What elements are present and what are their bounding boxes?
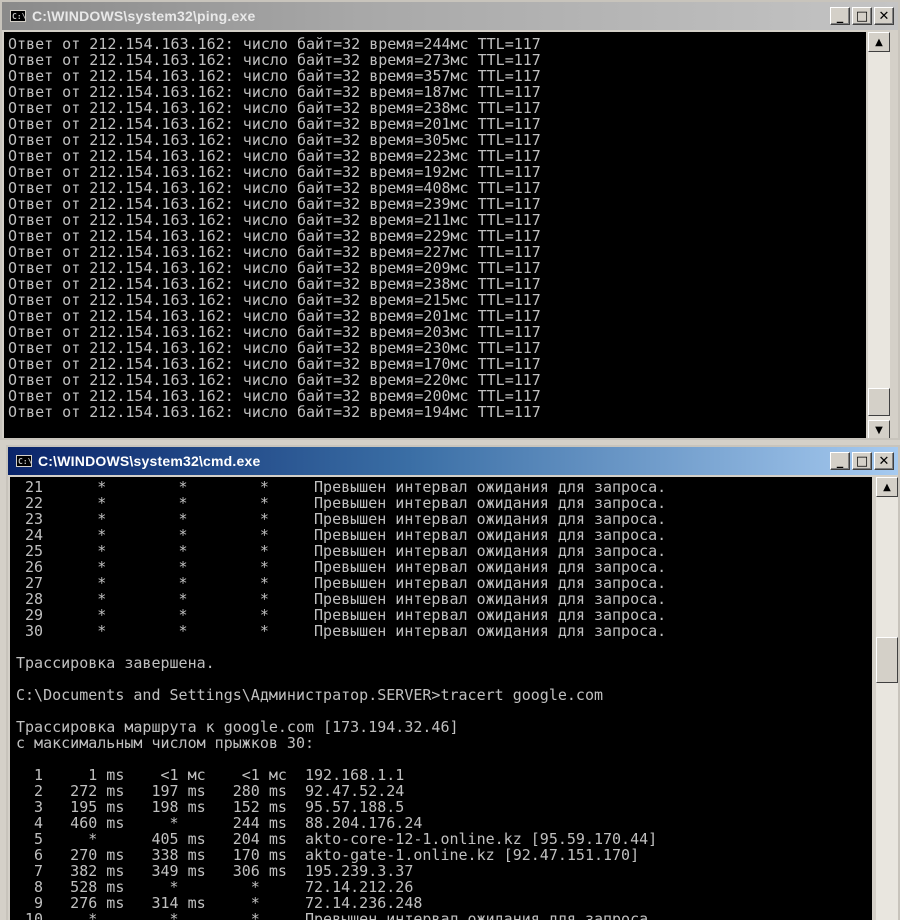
console-line: Ответ от 212.154.163.162: число байт=32 … [8, 67, 541, 85]
console-line: Ответ от 212.154.163.162: число байт=32 … [8, 227, 541, 245]
scroll-up-button[interactable]: ▲ [876, 477, 898, 497]
console-line: 9 276 ms 314 ms * 72.14.236.248 [16, 894, 423, 912]
cmd-console-output[interactable]: 21 * * * Превышен интервал ожидания для … [10, 477, 872, 920]
console-line: Трассировка маршрута к google.com [173.1… [16, 718, 459, 736]
cmd-scrollbar[interactable]: ▲ [876, 477, 898, 920]
ping-title-bar[interactable]: C:\ C:\WINDOWS\system32\ping.exe _ □ ✕ [2, 2, 898, 30]
console-line: Ответ от 212.154.163.162: число байт=32 … [8, 259, 541, 277]
scroll-thumb[interactable] [876, 637, 898, 683]
console-line: Трассировка завершена. [16, 654, 215, 672]
console-app-icon[interactable]: C:\ [16, 455, 32, 467]
close-button[interactable]: ✕ [874, 452, 894, 470]
console-line: 28 * * * Превышен интервал ожидания для … [16, 590, 667, 608]
console-line: 4 460 ms * 244 ms 88.204.176.24 [16, 814, 423, 832]
maximize-button[interactable]: □ [852, 452, 872, 470]
console-line: 27 * * * Превышен интервал ожидания для … [16, 574, 667, 592]
console-line: Ответ от 212.154.163.162: число байт=32 … [8, 387, 541, 405]
console-line: 24 * * * Превышен интервал ожидания для … [16, 526, 667, 544]
console-line: 26 * * * Превышен интервал ожидания для … [16, 558, 667, 576]
ping-window: C:\ C:\WINDOWS\system32\ping.exe _ □ ✕ О… [0, 0, 900, 440]
console-line: 7 382 ms 349 ms 306 ms 195.239.3.37 [16, 862, 414, 880]
scroll-down-button[interactable]: ▼ [868, 420, 890, 438]
scroll-up-button[interactable]: ▲ [868, 32, 890, 52]
console-line: Ответ от 212.154.163.162: число байт=32 … [8, 371, 541, 389]
minimize-button[interactable]: _ [830, 452, 850, 470]
cmd-title-bar[interactable]: C:\ C:\WINDOWS\system32\cmd.exe _ □ ✕ [8, 447, 898, 475]
console-line: 23 * * * Превышен интервал ожидания для … [16, 510, 667, 528]
ping-scrollbar[interactable]: ▲ ▼ [868, 32, 890, 438]
console-line: Ответ от 212.154.163.162: число байт=32 … [8, 323, 541, 341]
console-line: 25 * * * Превышен интервал ожидания для … [16, 542, 667, 560]
scroll-thumb[interactable] [868, 388, 890, 416]
console-line: Ответ от 212.154.163.162: число байт=32 … [8, 35, 541, 53]
console-line: Ответ от 212.154.163.162: число байт=32 … [8, 115, 541, 133]
console-line: Ответ от 212.154.163.162: число байт=32 … [8, 83, 541, 101]
cmd-window: C:\ C:\WINDOWS\system32\cmd.exe _ □ ✕ 21… [6, 445, 900, 920]
console-line: Ответ от 212.154.163.162: число байт=32 … [8, 275, 541, 293]
console-line: Ответ от 212.154.163.162: число байт=32 … [8, 163, 541, 181]
console-line: 2 272 ms 197 ms 280 ms 92.47.52.24 [16, 782, 405, 800]
ping-window-title: C:\WINDOWS\system32\ping.exe [32, 8, 256, 24]
console-line: с максимальным числом прыжков 30: [16, 734, 315, 752]
console-line: C:\Documents and Settings\Администратор.… [16, 686, 603, 704]
console-app-icon[interactable]: C:\ [10, 10, 26, 22]
console-line: 3 195 ms 198 ms 152 ms 95.57.188.5 [16, 798, 405, 816]
close-button[interactable]: ✕ [874, 7, 894, 25]
console-line: Ответ от 212.154.163.162: число байт=32 … [8, 355, 541, 373]
ping-console-output[interactable]: Ответ от 212.154.163.162: число байт=32 … [4, 32, 866, 438]
cmd-window-title: C:\WINDOWS\system32\cmd.exe [38, 453, 261, 469]
console-line: Ответ от 212.154.163.162: число байт=32 … [8, 211, 541, 229]
console-line: 8 528 ms * * 72.14.212.26 [16, 878, 414, 896]
console-line: Ответ от 212.154.163.162: число байт=32 … [8, 51, 541, 69]
maximize-button[interactable]: □ [852, 7, 872, 25]
console-line: 29 * * * Превышен интервал ожидания для … [16, 606, 667, 624]
console-line: Ответ от 212.154.163.162: число байт=32 … [8, 147, 541, 165]
console-line: 1 1 ms <1 мс <1 мс 192.168.1.1 [16, 766, 405, 784]
console-line: 6 270 ms 338 ms 170 ms akto-gate-1.onlin… [16, 846, 640, 864]
console-line: Ответ от 212.154.163.162: число байт=32 … [8, 307, 541, 325]
console-line: Ответ от 212.154.163.162: число байт=32 … [8, 339, 541, 357]
console-line: Ответ от 212.154.163.162: число байт=32 … [8, 179, 541, 197]
console-line: Ответ от 212.154.163.162: число байт=32 … [8, 99, 541, 117]
console-line: 5 * 405 ms 204 ms akto-core-12-1.online.… [16, 830, 658, 848]
console-line: Ответ от 212.154.163.162: число байт=32 … [8, 291, 541, 309]
minimize-button[interactable]: _ [830, 7, 850, 25]
console-line: 21 * * * Превышен интервал ожидания для … [16, 478, 667, 496]
console-line: 22 * * * Превышен интервал ожидания для … [16, 494, 667, 512]
console-line: Ответ от 212.154.163.162: число байт=32 … [8, 131, 541, 149]
console-line: Ответ от 212.154.163.162: число байт=32 … [8, 195, 541, 213]
console-line: 30 * * * Превышен интервал ожидания для … [16, 622, 667, 640]
console-line: Ответ от 212.154.163.162: число байт=32 … [8, 403, 541, 421]
console-line: Ответ от 212.154.163.162: число байт=32 … [8, 243, 541, 261]
console-line: 10 * * * Превышен интервал ожидания для … [16, 910, 658, 920]
